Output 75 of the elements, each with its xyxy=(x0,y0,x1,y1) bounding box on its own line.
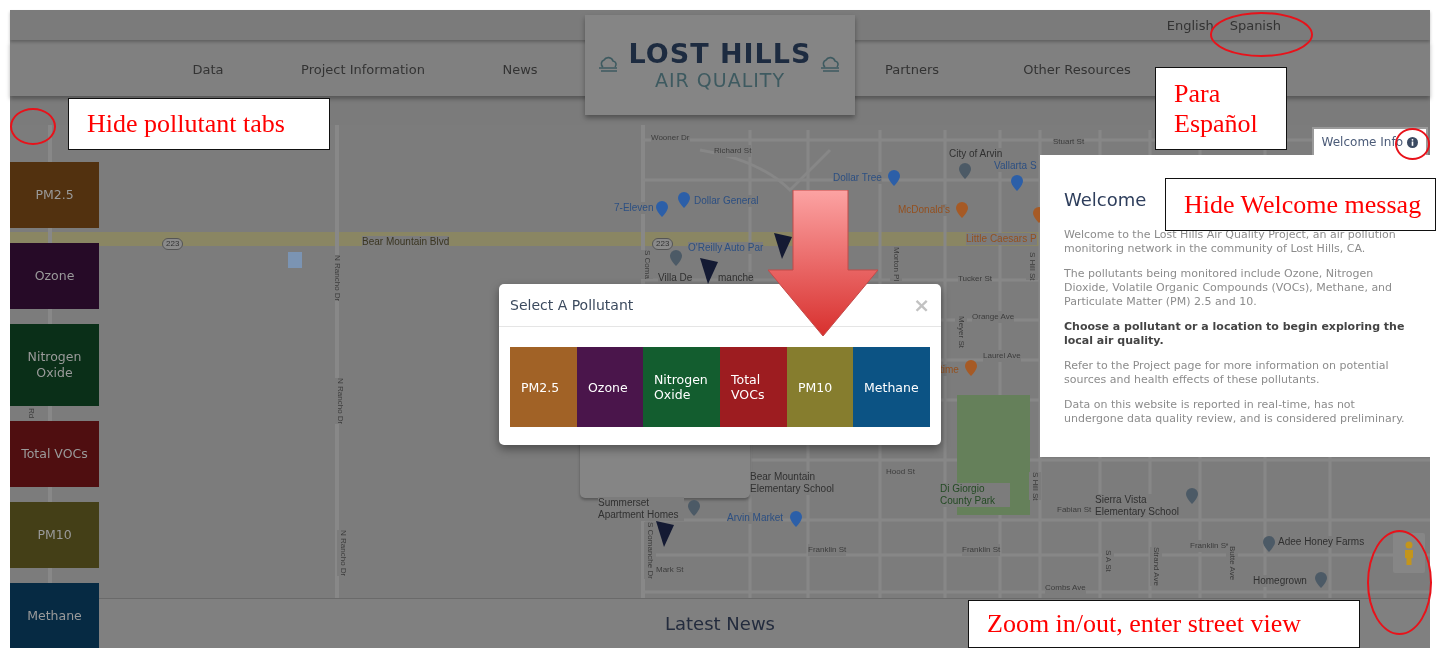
map-pin-icon xyxy=(688,500,700,516)
pollutant-option[interactable]: Ozone xyxy=(577,347,643,427)
map-pin-icon xyxy=(1186,488,1198,504)
street-label: Butte Ave xyxy=(1226,546,1238,581)
map-pin-icon xyxy=(956,202,968,218)
map-pin-icon xyxy=(1011,175,1023,191)
welcome-paragraph: Choose a pollutant or a location to begin exploring the local air quality. xyxy=(1064,320,1406,348)
pollutant-tab[interactable]: Ozone xyxy=(10,243,99,309)
annotation-callout: Zoom in/out, enter street view xyxy=(968,600,1360,648)
pointer-marker-icon xyxy=(656,521,674,547)
place-label: City of Arvin xyxy=(949,148,1003,160)
nav-link[interactable]: Project Information xyxy=(301,61,425,77)
info-icon xyxy=(1407,136,1418,148)
nav-link[interactable]: News xyxy=(502,61,538,77)
place-label: Summerset Apartment Homes xyxy=(598,497,684,521)
welcome-paragraph: The pollutants being monitored include Ozone, Nitrogen Dioxide, Volatile Organic Compounds (VOCs), Methane, and Particulate Matter (PM) 2.5 and 10. xyxy=(1064,267,1394,309)
pollutant-option[interactable]: PM10 xyxy=(787,347,853,427)
nav-link[interactable]: Other Resources xyxy=(1023,61,1131,77)
place-label: Dollar Tree xyxy=(833,172,882,184)
pollutant-tab[interactable]: PM10 xyxy=(10,502,99,568)
language-link[interactable]: Spanish xyxy=(1229,17,1281,33)
map-block xyxy=(288,252,302,268)
logo-subtitle: AIR QUALITY xyxy=(654,69,786,91)
route-shield: 223 xyxy=(162,238,184,250)
pointer-marker-icon xyxy=(700,258,718,284)
pollutant-option[interactable]: Methane xyxy=(853,347,930,427)
welcome-title: Welcome xyxy=(1064,189,1147,210)
pegman-icon xyxy=(1403,541,1415,565)
map-pin-icon xyxy=(1263,536,1275,552)
map-pin-icon xyxy=(959,163,971,179)
place-label: Villa De xyxy=(658,272,693,284)
street-label: S A St xyxy=(1102,550,1114,572)
modal-title: Select A Pollutant xyxy=(510,297,634,313)
place-label: Vallarta S xyxy=(994,160,1037,172)
place-label: Little Caesars P xyxy=(966,233,1037,245)
map-pin-icon xyxy=(670,250,682,266)
pollutant-option[interactable]: Total VOCs xyxy=(720,347,787,427)
place-label: manche xyxy=(718,272,754,284)
pollutant-tab[interactable]: Total VOCs xyxy=(10,421,99,487)
annotation-callout: Hide Welcome messag xyxy=(1165,178,1436,231)
street-label: Bear Mountain Blvd xyxy=(362,236,450,248)
place-label: O'Reilly Auto Par xyxy=(688,242,764,254)
welcome-paragraph: Data on this website is reported in real-time, has not undergone data quality review, and is considered preliminary. xyxy=(1064,398,1406,426)
place-label: Di Giorgio County Park xyxy=(940,483,1010,507)
place-label: Adee Honey Farms xyxy=(1278,536,1365,548)
map-pin-icon xyxy=(678,192,690,208)
route-shield: 223 xyxy=(652,238,674,250)
logo-title: LOST HILLS xyxy=(628,39,812,69)
street-label: Meyer St xyxy=(955,316,967,348)
place-label: Arvin Market xyxy=(727,512,784,524)
place-label: Homegrown xyxy=(1253,575,1307,587)
pollutant-option[interactable]: Nitrogen Oxide xyxy=(643,347,720,427)
annotation-callout: Para Español xyxy=(1155,67,1287,150)
map-pin-icon xyxy=(1315,572,1327,588)
pollutant-tab[interactable]: PM2.5 xyxy=(10,162,99,228)
pollutant-tab[interactable]: Methane xyxy=(10,583,99,648)
nav-link[interactable]: Data xyxy=(192,61,224,77)
place-label: McDonald's xyxy=(898,204,950,216)
place-label: Dollar General xyxy=(694,195,759,207)
map-pin-icon xyxy=(790,511,802,527)
highlight-ellipse xyxy=(10,108,56,145)
map-pin-icon xyxy=(888,170,900,186)
street-label: Strand Ave xyxy=(1150,547,1162,586)
street-view-button[interactable] xyxy=(1393,533,1425,573)
pollutant-option[interactable]: PM2.5 xyxy=(510,347,577,427)
language-link[interactable]: English xyxy=(1166,17,1214,33)
welcome-paragraph: Refer to the Project page for more information on potential sources and health effects of these pollutants. xyxy=(1064,359,1390,387)
pollutant-tab[interactable]: Nitrogen Oxide xyxy=(10,324,99,406)
annotation-callout: Hide pollutant tabs xyxy=(68,98,330,150)
map-pin-icon xyxy=(656,201,668,217)
place-label: 7-Eleven xyxy=(614,202,654,214)
map-pin-icon xyxy=(965,360,977,376)
nav-link[interactable]: Partners xyxy=(885,61,939,77)
section-heading: Latest News xyxy=(665,613,775,634)
pointer-marker-icon xyxy=(774,233,792,259)
